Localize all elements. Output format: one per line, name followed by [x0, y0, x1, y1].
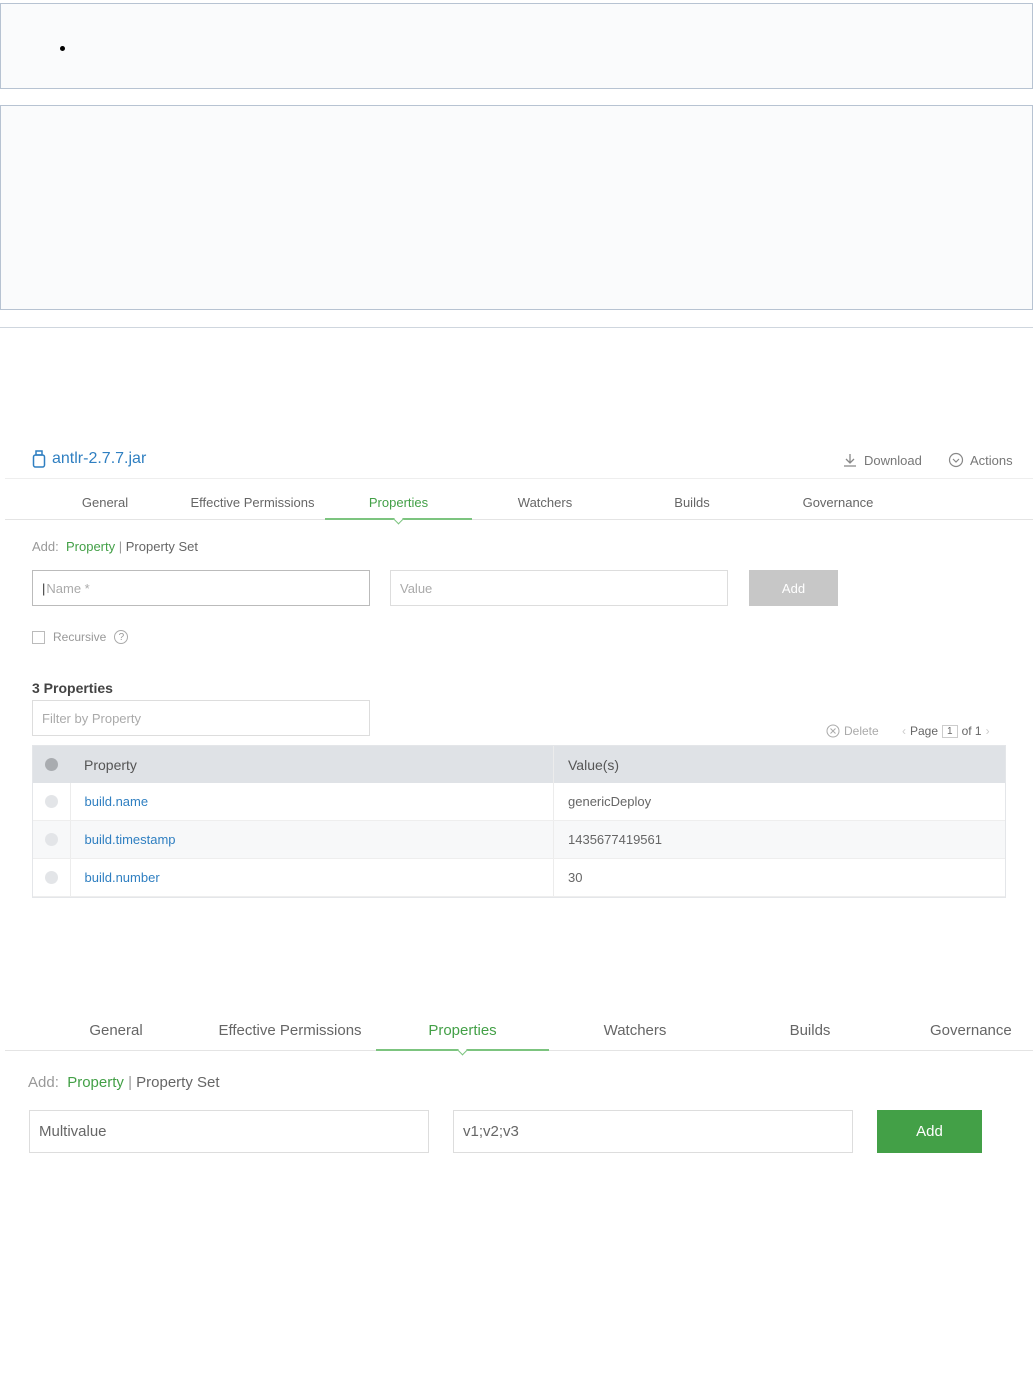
property-link[interactable]: build.name — [85, 794, 149, 809]
table-row[interactable]: build.name genericDeploy — [33, 783, 1005, 821]
table-row[interactable]: build.timestamp 1435677419561 — [33, 820, 1005, 859]
chevron-circle-icon — [948, 452, 964, 468]
tab-watchers[interactable]: Watchers — [485, 495, 605, 510]
page-number-input[interactable]: 1 — [942, 724, 958, 738]
properties-count: 3 Properties — [32, 680, 113, 696]
tab-effective-permissions[interactable]: Effective Permissions — [205, 1022, 375, 1039]
text-cursor: | — [42, 580, 46, 596]
property-link[interactable]: build.number — [85, 870, 160, 885]
filter-input[interactable]: Filter by Property — [32, 700, 370, 736]
delete-label: Delete — [844, 724, 879, 738]
file-name: antlr-2.7.7.jar — [52, 450, 147, 467]
recursive-label: Recursive — [53, 630, 107, 644]
select-all-cell[interactable] — [33, 746, 70, 783]
add-separator: | — [128, 1074, 132, 1091]
property-name-input[interactable]: Multivalue — [29, 1110, 429, 1153]
add-selector: Add: Property | Property Set — [32, 539, 198, 554]
name-placeholder: Name * — [46, 580, 90, 596]
divider — [0, 327, 1033, 328]
property-value: genericDeploy — [553, 783, 1005, 821]
row-select-radio[interactable] — [44, 871, 58, 884]
row-select-radio[interactable] — [44, 833, 58, 846]
value-placeholder: Value — [400, 580, 433, 596]
recursive-option[interactable]: Recursive ? — [32, 630, 129, 644]
table-row[interactable]: build.number 30 — [33, 858, 1005, 897]
add-label: Add: — [28, 1074, 59, 1091]
tab-general[interactable]: General — [56, 1022, 176, 1039]
download-icon — [844, 454, 856, 467]
next-page-icon[interactable]: › — [986, 724, 990, 738]
pagination: ‹ Page 1 of 1 › — [902, 724, 990, 738]
header-values[interactable]: Value(s) — [553, 746, 1005, 783]
bullet-marker — [60, 46, 65, 51]
tab-builds[interactable]: Builds — [632, 495, 752, 510]
add-property-link[interactable]: Property — [66, 539, 115, 554]
add-label: Add: — [32, 539, 59, 554]
properties-table-wrap: Property Value(s) build.name genericDepl… — [32, 745, 1006, 898]
prev-page-icon[interactable]: ‹ — [902, 724, 906, 738]
property-value: 30 — [553, 858, 1005, 897]
download-action[interactable]: Download — [842, 452, 922, 468]
jar-file-icon — [32, 450, 46, 468]
tab-properties[interactable]: Properties — [376, 1022, 549, 1039]
tab-effective-permissions[interactable]: Effective Permissions — [180, 495, 325, 510]
actions-menu[interactable]: Actions — [948, 452, 1013, 468]
add-property-link[interactable]: Property — [67, 1074, 124, 1091]
add-selector: Add: Property | Property Set — [28, 1074, 220, 1091]
name-value: Multivalue — [39, 1123, 107, 1140]
tab-watchers[interactable]: Watchers — [575, 1022, 695, 1039]
tab-active-caret — [457, 1045, 468, 1056]
bullet-box — [0, 3, 1033, 89]
tab-general[interactable]: General — [45, 495, 165, 510]
properties-table: Property Value(s) build.name genericDepl… — [33, 746, 1005, 897]
property-value-input[interactable]: Value — [390, 570, 728, 606]
property-value-input[interactable]: v1;v2;v3 — [453, 1110, 853, 1153]
download-label: Download — [864, 452, 922, 468]
value-value: v1;v2;v3 — [463, 1123, 519, 1140]
row-select-radio[interactable] — [44, 795, 58, 808]
actions-label: Actions — [970, 452, 1013, 468]
recursive-checkbox[interactable] — [32, 630, 45, 644]
property-link[interactable]: build.timestamp — [85, 832, 176, 847]
add-separator: | — [118, 539, 123, 554]
tab-governance[interactable]: Governance — [930, 1022, 1033, 1039]
tab-builds[interactable]: Builds — [750, 1022, 870, 1039]
page-label: Page — [910, 724, 939, 738]
tab-active-caret — [393, 514, 404, 525]
header-divider — [5, 478, 1033, 479]
tab-properties[interactable]: Properties — [325, 495, 472, 510]
delete-icon — [826, 724, 840, 738]
select-all-radio[interactable] — [45, 758, 58, 771]
property-name-input[interactable]: | Name * — [32, 570, 370, 606]
add-button-disabled[interactable]: Add — [749, 570, 838, 606]
filter-placeholder: Filter by Property — [42, 710, 141, 726]
delete-action[interactable]: Delete — [826, 724, 879, 738]
help-icon[interactable]: ? — [114, 630, 129, 644]
tab-governance[interactable]: Governance — [778, 495, 898, 510]
tab-bar-divider — [5, 519, 1033, 520]
page-of-label: of 1 — [961, 724, 982, 738]
property-value: 1435677419561 — [553, 820, 1005, 859]
file-title[interactable]: antlr-2.7.7.jar — [32, 450, 146, 468]
add-button[interactable]: Add — [877, 1110, 982, 1153]
header-property[interactable]: Property — [70, 746, 554, 783]
add-property-set-link[interactable]: Property Set — [136, 1074, 219, 1091]
table-header-row: Property Value(s) — [33, 746, 1005, 783]
empty-box — [0, 105, 1033, 310]
help-glyph: ? — [118, 631, 125, 643]
add-property-set-link[interactable]: Property Set — [126, 539, 198, 554]
